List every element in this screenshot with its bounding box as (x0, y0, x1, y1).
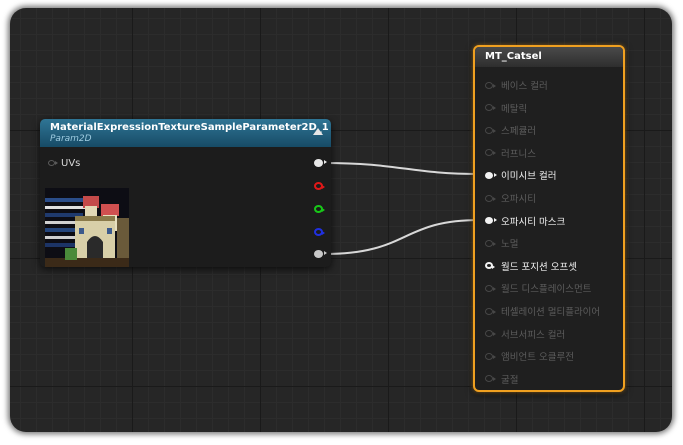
texture-preview-thumbnail (45, 188, 129, 267)
material-input-label: 오파시티 (501, 194, 536, 205)
wire-alpha-to-opacity-mask (323, 219, 481, 255)
material-input-label: 월드 디스플레이스먼트 (501, 284, 592, 296)
material-input-row[interactable]: 베이스 컬러 (485, 78, 548, 92)
material-input-row[interactable]: 앰비언트 오클루전 (485, 349, 574, 363)
material-input-row[interactable]: 러프니스 (485, 146, 536, 160)
material-input-row[interactable]: 노멀 (485, 236, 518, 250)
input-pin-icon[interactable] (485, 171, 497, 179)
material-graph-canvas[interactable]: MaterialExpressionTextureSampleParameter… (10, 8, 672, 432)
output-pin-g[interactable] (314, 205, 325, 213)
input-pin-icon[interactable] (485, 307, 496, 315)
input-pin-icon[interactable] (485, 149, 496, 157)
uvs-pin-icon[interactable] (48, 160, 58, 166)
material-input-row[interactable]: 오파시티 (485, 191, 536, 205)
material-input-label: 오파시티 마스크 (501, 216, 566, 228)
material-input-row[interactable]: 월드 디스플레이스먼트 (485, 281, 591, 295)
input-pin-icon[interactable] (485, 330, 496, 338)
material-input-row[interactable]: 테셀레이션 멀티플라이어 (485, 304, 600, 318)
texture-sample-node[interactable]: MaterialExpressionTextureSampleParameter… (40, 119, 331, 267)
material-input-label: 메탈릭 (501, 103, 528, 115)
material-input-label: 굴절 (501, 374, 519, 386)
uvs-input-pin-row[interactable]: UVs (48, 156, 80, 170)
material-input-row[interactable]: 굴절 (485, 372, 518, 386)
material-input-row[interactable]: 월드 포지션 오프셋 (485, 259, 577, 273)
material-input-label: 노멀 (501, 239, 519, 251)
material-input-row[interactable]: 이미시브 컬러 (485, 168, 556, 182)
input-pin-icon[interactable] (485, 262, 495, 270)
texture-node-subtitle: Param2D (50, 134, 92, 144)
texture-node-header[interactable]: MaterialExpressionTextureSampleParameter… (40, 119, 331, 147)
output-pin-r[interactable] (314, 182, 325, 190)
texture-node-title: MaterialExpressionTextureSampleParameter… (50, 122, 329, 133)
wire-rgb-to-emissive (323, 162, 481, 175)
output-pin-a[interactable] (314, 250, 327, 258)
castle-texture-image (45, 188, 129, 267)
material-node-title[interactable]: MT_Catsel (475, 47, 623, 67)
input-pin-icon[interactable] (485, 375, 496, 383)
material-input-label: 서브서피스 컬러 (501, 329, 566, 341)
input-pin-icon[interactable] (485, 239, 496, 247)
uvs-pin-label: UVs (61, 157, 81, 169)
material-result-node[interactable]: MT_Catsel 베이스 컬러메탈릭스페큘러러프니스이미시브 컬러오파시티오파… (473, 45, 625, 392)
input-pin-icon[interactable] (485, 194, 496, 202)
output-pin-b[interactable] (314, 228, 325, 236)
collapse-arrow-icon[interactable] (313, 128, 323, 135)
material-input-label: 이미시브 컬러 (501, 171, 557, 183)
input-pin-icon[interactable] (485, 126, 496, 134)
material-input-label: 베이스 컬러 (501, 81, 548, 92)
material-input-row[interactable]: 메탈릭 (485, 101, 527, 115)
material-input-label: 러프니스 (501, 148, 536, 160)
material-input-row[interactable]: 스페큘러 (485, 123, 536, 137)
material-input-row[interactable]: 오파시티 마스크 (485, 214, 565, 228)
material-input-label: 스페큘러 (501, 126, 536, 138)
material-input-row[interactable]: 서브서피스 컬러 (485, 327, 565, 341)
input-pin-icon[interactable] (485, 81, 496, 89)
material-input-label: 앰비언트 오클루전 (501, 352, 574, 364)
input-pin-icon[interactable] (485, 104, 496, 112)
material-input-label: 테셀레이션 멀티플라이어 (501, 307, 601, 318)
material-input-label: 월드 포지션 오프셋 (501, 261, 577, 273)
input-pin-icon[interactable] (485, 284, 496, 292)
input-pin-icon[interactable] (485, 217, 497, 225)
input-pin-icon[interactable] (485, 352, 496, 360)
output-pin-rgb[interactable] (314, 159, 327, 167)
